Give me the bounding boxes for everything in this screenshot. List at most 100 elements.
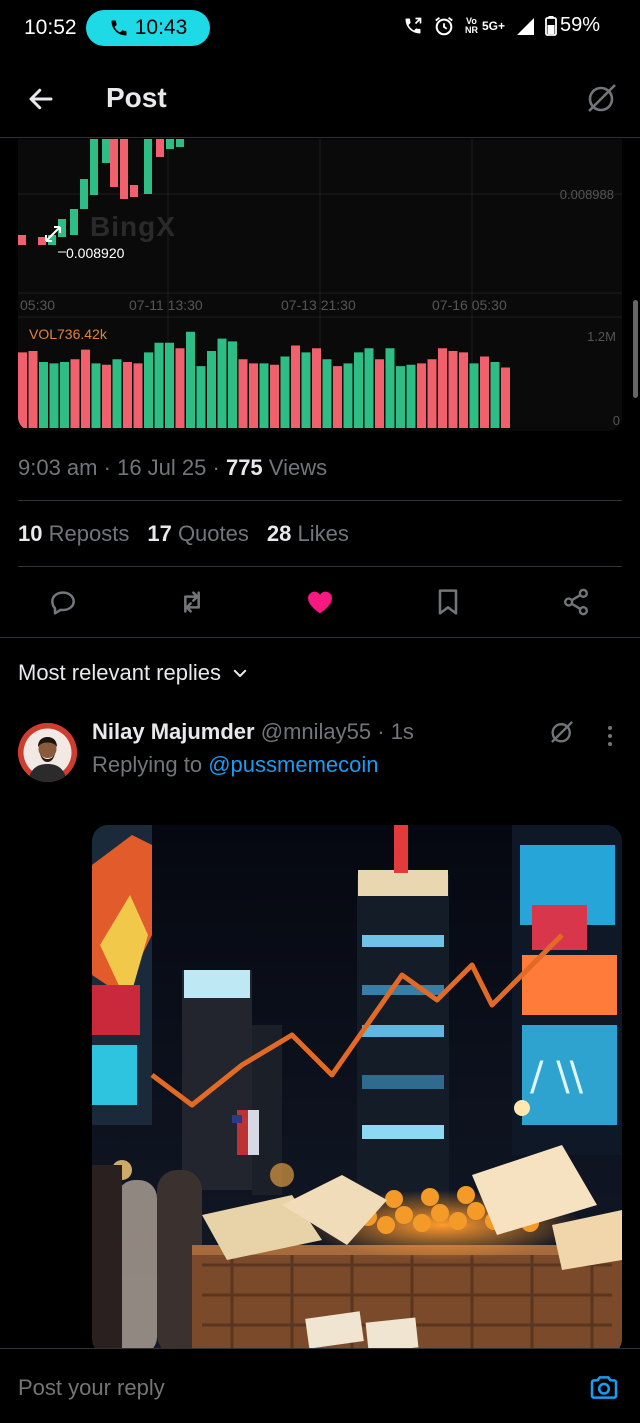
- reply-composer: [0, 1348, 640, 1423]
- avatar[interactable]: [18, 723, 77, 782]
- post-date: 16 Jul 25: [117, 455, 207, 480]
- page-title: Post: [106, 82, 167, 113]
- share-button[interactable]: [560, 586, 592, 618]
- volume-bar: [207, 351, 216, 428]
- heart-filled-icon: [308, 591, 332, 614]
- reply-author-name[interactable]: Nilay Majumder: [92, 719, 255, 744]
- reposts-stat[interactable]: 10 Reposts: [18, 521, 129, 547]
- signal-icon: [516, 17, 534, 35]
- reply-sort-dropdown[interactable]: Most relevant replies: [18, 660, 249, 686]
- volume-bar: [228, 341, 237, 428]
- volume-axis-top: 1.2M: [587, 329, 616, 344]
- status-bar: 10:52 10:43 Vo NR 5G+ 59%: [0, 0, 640, 56]
- repost-icon: [184, 591, 200, 613]
- network-gen: 5G+: [481, 18, 505, 33]
- volume-bar: [301, 352, 311, 428]
- top-app-bar: Post: [0, 60, 640, 138]
- reply-sort-label: Most relevant replies: [18, 660, 221, 685]
- avatar-image: [18, 723, 77, 782]
- volume-bar: [259, 363, 269, 428]
- volume-bar: [343, 363, 353, 428]
- reply-header: Nilay Majumder @mnilay55 · 1s: [92, 719, 414, 745]
- volume-bar: [490, 362, 500, 428]
- replying-to-handle[interactable]: @pussmemecoin: [208, 752, 378, 777]
- volume-bar: [102, 364, 111, 428]
- volte-indicator: Vo NR: [465, 16, 478, 35]
- x-tick: 05:30: [20, 297, 56, 313]
- volume-bar: [39, 362, 48, 428]
- x-tick: 07-11 13:30: [129, 297, 203, 313]
- reply-input[interactable]: [18, 1375, 558, 1401]
- alarm-icon: [435, 16, 453, 35]
- call-duration: 10:43: [134, 16, 188, 39]
- candlestick: [38, 237, 46, 245]
- bookmark-button[interactable]: [432, 586, 464, 618]
- quotes-stat[interactable]: 17 Quotes: [147, 521, 249, 547]
- candlestick: [144, 139, 152, 194]
- volume-bar: [364, 348, 374, 428]
- back-button[interactable]: [24, 82, 58, 116]
- volume-bar: [280, 356, 290, 428]
- volume-bar: [469, 363, 479, 428]
- reply-author-handle[interactable]: @mnilay55: [261, 719, 371, 744]
- price-chart-image[interactable]: BingX 0.008920 0.008988 05:30 07-11 13:3…: [18, 139, 622, 431]
- battery-icon: [545, 15, 557, 36]
- volume-bar: [165, 342, 174, 428]
- volume-bar: [154, 342, 164, 428]
- volume-bar: [238, 359, 248, 428]
- add-photo-button[interactable]: [588, 1371, 620, 1403]
- reply-more-button[interactable]: [600, 722, 620, 750]
- phone-icon: [111, 20, 127, 36]
- ongoing-call-pill[interactable]: 10:43: [86, 10, 210, 46]
- reply-timestamp: · 1s: [377, 719, 414, 744]
- candlestick: [130, 185, 138, 197]
- likes-stat[interactable]: 28 Likes: [267, 521, 349, 547]
- volume-bar: [112, 359, 122, 428]
- volume-bar: [28, 351, 38, 428]
- quotes-count: 17: [147, 521, 172, 546]
- volume-bar: [501, 367, 510, 428]
- volume-bar: [459, 352, 468, 428]
- volume-bar: [144, 352, 153, 428]
- more-vertical-icon: [608, 726, 612, 746]
- scrollbar[interactable]: [633, 300, 638, 398]
- battery-percent: 59%: [559, 14, 600, 36]
- volume-bar: [438, 348, 447, 428]
- post-meta: 9:03 am · 16 Jul 25 · 775 Views: [18, 455, 327, 481]
- candlestick: [120, 139, 128, 199]
- grok-icon: [588, 84, 616, 112]
- volume-bar: [70, 359, 80, 428]
- volume-bar: [480, 356, 489, 428]
- chart-canvas: [18, 139, 622, 431]
- reposts-count: 10: [18, 521, 43, 546]
- bookmark-icon: [438, 589, 458, 615]
- volume-bar: [217, 338, 227, 428]
- reply-photo[interactable]: / \\: [92, 825, 622, 1355]
- volume-axis-zero: 0: [612, 413, 620, 428]
- reply-grok-button[interactable]: [548, 718, 576, 746]
- grok-button[interactable]: [584, 80, 620, 116]
- volume-bar: [270, 364, 279, 428]
- like-button[interactable]: [304, 586, 336, 618]
- meta-dot: ·: [212, 455, 220, 480]
- volume-label: VOL736.42k: [29, 326, 107, 342]
- candlestick: [80, 179, 88, 209]
- volume-bar: [291, 345, 300, 428]
- quotes-label: Quotes: [177, 521, 249, 546]
- divider: [0, 637, 640, 638]
- replying-to: Replying to @pussmemecoin: [92, 752, 379, 778]
- reposts-label: Reposts: [48, 521, 130, 546]
- grok-icon: [551, 721, 573, 743]
- views-count: 775: [225, 455, 263, 480]
- volume-bar: [249, 363, 258, 428]
- x-tick: 07-13 21:30: [281, 297, 356, 313]
- volume-bar: [81, 349, 90, 428]
- reply-button[interactable]: [47, 586, 79, 618]
- volume-bar: [312, 348, 321, 428]
- divider: [18, 566, 622, 567]
- repost-button[interactable]: [176, 586, 208, 618]
- call-forward-icon: [405, 17, 422, 33]
- volume-bar: [49, 363, 59, 428]
- volume-bar: [385, 348, 395, 428]
- camera-icon: [590, 1376, 618, 1399]
